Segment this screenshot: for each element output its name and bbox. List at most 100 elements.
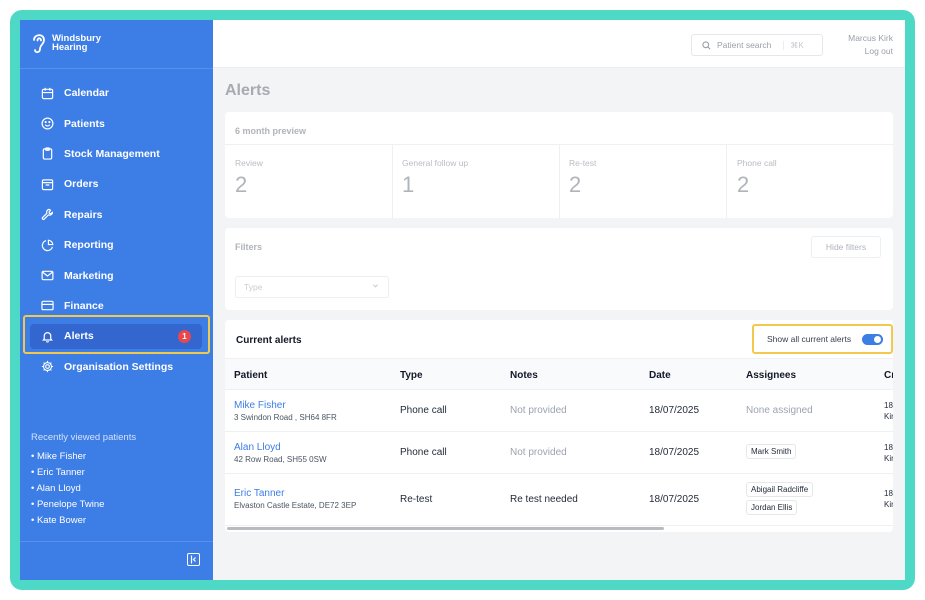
collapse-icon [190, 555, 196, 564]
recently-viewed-patients: Recently viewed patients • Mike Fisher •… [31, 432, 136, 529]
sidebar-item-label: Calendar [64, 87, 109, 100]
recent-patient-item[interactable]: • Penelope Twine [31, 497, 136, 513]
search-shortcut: ⌘K [783, 40, 804, 50]
sidebar-item-label: Marketing [64, 269, 114, 282]
collapse-sidebar-button[interactable] [187, 553, 200, 566]
stat-label: General follow up [402, 158, 469, 168]
show-all-alerts-toggle[interactable] [862, 334, 883, 345]
stat-label: Phone call [737, 158, 777, 168]
filters-title: Filters [235, 242, 263, 252]
table-row[interactable]: Alan Lloyd 42 Row Road, SH55 0SW Phone c… [225, 432, 893, 474]
sidebar: Windsbury Hearing Calendar Patients Stoc… [20, 20, 213, 580]
column-header-date[interactable]: Date [649, 370, 671, 381]
patient-name-link[interactable]: Alan Lloyd [234, 442, 327, 453]
stat-label: Review [235, 158, 263, 168]
date-cell: 18/07/2025 [649, 494, 700, 505]
patient-name-link[interactable]: Eric Tanner [234, 488, 356, 499]
column-header-notes[interactable]: Notes [510, 370, 538, 381]
sidebar-item-label: Patients [64, 117, 105, 130]
calendar-icon [40, 86, 54, 100]
toggle-knob [874, 336, 881, 343]
assignees-cell: Abigail Radcliffe Jordan Ellis [746, 482, 814, 518]
type-cell: Phone call [400, 405, 447, 416]
user-name: Marcus Kirk [848, 33, 893, 43]
recent-patient-item[interactable]: • Alan Lloyd [31, 481, 136, 497]
user-menu: Marcus Kirk Log out [848, 32, 893, 58]
smiley-icon [40, 117, 54, 131]
column-header-created[interactable]: Cr [884, 370, 893, 381]
column-header-type[interactable]: Type [400, 370, 423, 381]
sidebar-item-calendar[interactable]: Calendar [20, 78, 213, 108]
search-placeholder: Patient search [717, 40, 772, 50]
sidebar-item-organisation-settings[interactable]: Organisation Settings [20, 352, 213, 382]
show-all-alerts-control: Show all current alerts [752, 324, 893, 354]
created-cell: 18/ Kir [884, 488, 893, 510]
created-date: 18/ [884, 401, 893, 410]
stat-re-test: Re-test 2 [569, 158, 596, 198]
sidebar-item-marketing[interactable]: Marketing [20, 260, 213, 290]
hide-filters-button[interactable]: Hide filters [811, 236, 881, 258]
date-cell: 18/07/2025 [649, 405, 700, 416]
patient-cell: Eric Tanner Elvaston Castle Estate, DE72… [234, 488, 356, 510]
patient-search-input[interactable]: Patient search ⌘K [691, 34, 823, 56]
recent-patient-item[interactable]: • Eric Tanner [31, 465, 136, 481]
type-cell: Re-test [400, 494, 433, 505]
app-window: Windsbury Hearing Calendar Patients Stoc… [20, 20, 905, 580]
assignee-chip[interactable]: Jordan Ellis [746, 500, 798, 515]
table-row[interactable]: Eric Tanner Elvaston Castle Estate, DE72… [225, 474, 893, 526]
patient-name-link[interactable]: Mike Fisher [234, 400, 337, 411]
logout-link[interactable]: Log out [848, 45, 893, 58]
recent-patient-item[interactable]: • Mike Fisher [31, 449, 136, 465]
type-cell: Phone call [400, 447, 447, 458]
filters-card: Filters Hide filters Type [225, 228, 893, 310]
mail-icon [40, 269, 54, 283]
alerts-highlight-outline [23, 315, 210, 354]
logo[interactable]: Windsbury Hearing [30, 30, 101, 56]
assignee-chip[interactable]: Mark Smith [746, 444, 797, 459]
type-select[interactable]: Type [235, 276, 389, 298]
patient-address: 42 Row Road, SH55 0SW [234, 455, 327, 464]
ear-icon [33, 34, 45, 54]
sidebar-item-label: Repairs [64, 208, 103, 221]
current-alerts-title: Current alerts [236, 335, 302, 346]
patient-address: Elvaston Castle Estate, DE72 3EP [234, 501, 357, 510]
sidebar-item-label: Reporting [64, 239, 114, 252]
assignees-cell: None assigned [746, 405, 813, 416]
current-alerts-card: Current alerts Show all current alerts P… [225, 320, 893, 532]
wrench-icon [40, 208, 54, 222]
main-content: Patient search ⌘K Marcus Kirk Log out Al… [213, 20, 905, 580]
sidebar-item-orders[interactable]: Orders [20, 169, 213, 199]
sidebar-item-reporting[interactable]: Reporting [20, 230, 213, 260]
box-icon [40, 177, 54, 191]
sidebar-item-repairs[interactable]: Repairs [20, 200, 213, 230]
stat-general-follow-up: General follow up 1 [402, 158, 468, 198]
divider [392, 144, 393, 218]
table-header: Patient Type Notes Date Assignees Cr [225, 358, 893, 390]
stat-value: 2 [569, 172, 582, 197]
table-row[interactable]: Mike Fisher 3 Swindon Road , SH64 8FR Ph… [225, 390, 893, 432]
column-header-assignees[interactable]: Assignees [746, 370, 796, 381]
sidebar-divider [20, 68, 213, 69]
created-cell: 18/ Kir [884, 442, 893, 464]
sidebar-item-stock-management[interactable]: Stock Management [20, 139, 213, 169]
sidebar-bottom-divider [20, 541, 213, 542]
preview-title: 6 month preview [235, 126, 307, 136]
date-cell: 18/07/2025 [649, 447, 700, 458]
notes-cell: Not provided [510, 405, 567, 416]
assignee-chip[interactable]: Abigail Radcliffe [746, 482, 814, 497]
created-by: Kir [884, 412, 893, 421]
sidebar-item-label: Finance [64, 299, 104, 312]
column-header-patient[interactable]: Patient [234, 370, 267, 381]
assignees-cell: Mark Smith [746, 444, 797, 462]
horizontal-scrollbar[interactable] [227, 527, 664, 530]
patient-cell: Mike Fisher 3 Swindon Road , SH64 8FR [234, 400, 337, 422]
patient-cell: Alan Lloyd 42 Row Road, SH55 0SW [234, 442, 327, 464]
credit-card-icon [40, 299, 54, 313]
stat-phone-call: Phone call 2 [737, 158, 777, 198]
stat-review: Review 2 [235, 158, 263, 198]
sidebar-item-patients[interactable]: Patients [20, 108, 213, 138]
created-cell: 18/ Kir [884, 400, 893, 422]
recent-patient-item[interactable]: • Kate Bower [31, 513, 136, 529]
recent-title: Recently viewed patients [31, 432, 137, 443]
page-title: Alerts [225, 82, 271, 99]
